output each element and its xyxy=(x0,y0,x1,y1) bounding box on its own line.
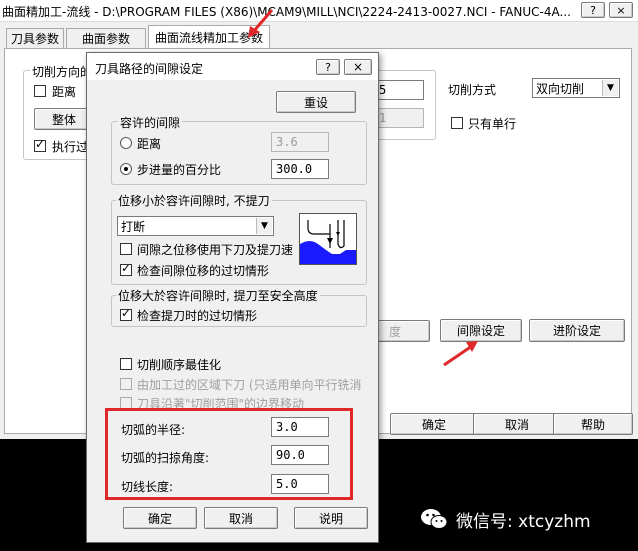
distance-radio-label: 距离 xyxy=(137,137,162,151)
distance-label-main: 距离 xyxy=(52,85,77,99)
execute-label: 执行过 xyxy=(52,140,89,154)
cut-direction-title: 切削方向的 xyxy=(30,63,95,80)
optimize-label: 切削顺序最佳化 xyxy=(137,358,222,372)
main-ok-button[interactable]: 确定 xyxy=(390,413,478,435)
dialog-help-button[interactable]: ? xyxy=(316,59,340,75)
cut-mode-label: 切削方式 xyxy=(448,83,497,97)
tolerance-title: 容许的间隙 xyxy=(118,114,183,131)
reset-button[interactable]: 重设 xyxy=(276,91,356,113)
chevron-down-icon: ▼ xyxy=(256,218,272,234)
large-move-title: 位移大於容许间隙时, 提刀至安全高度 xyxy=(116,287,320,304)
machined-area-label: 由加工过的区域下刀 (只适用单向平行铣消 xyxy=(137,378,362,392)
whole-button[interactable]: 整体 xyxy=(34,108,94,130)
dialog-title-bar: 刀具路径的间隙设定 ? × xyxy=(87,53,378,80)
main-title-bar: 曲面精加工-流线 - D:\PROGRAM FILES (X86)\MCAM9\… xyxy=(0,0,638,22)
step-percent-field[interactable]: 300.0 xyxy=(271,159,329,179)
small-move-checkbox-1[interactable] xyxy=(120,243,132,255)
value-field-1[interactable]: 1 xyxy=(374,108,424,128)
chevron-down-icon: ▼ xyxy=(602,80,618,96)
dialog-title: 刀具路径的间隙设定 xyxy=(95,62,204,76)
large-move-checkbox[interactable] xyxy=(120,306,132,321)
cut-mode-select[interactable]: 双向切削 ▼ xyxy=(532,78,620,98)
small-move-select[interactable]: 打断 ▼ xyxy=(117,216,274,236)
main-help-bottom-button[interactable]: 帮助 xyxy=(553,413,633,435)
main-cancel-button[interactable]: 取消 xyxy=(473,413,561,435)
distance-checkbox-main[interactable] xyxy=(34,85,46,97)
small-move-checkbox-2[interactable] xyxy=(120,261,132,276)
dialog-ok-button[interactable]: 确定 xyxy=(123,507,197,529)
optimize-checkbox[interactable] xyxy=(120,358,132,370)
tab-surface-params[interactable]: 曲面参数 xyxy=(66,28,146,48)
watermark: 微信号: xtcyzhm xyxy=(420,504,591,534)
single-row-checkbox[interactable] xyxy=(451,117,463,129)
execute-checkbox[interactable] xyxy=(34,137,46,152)
step-percent-radio[interactable] xyxy=(120,163,132,175)
single-row-label: 只有单行 xyxy=(468,117,517,131)
wechat-icon xyxy=(421,509,448,529)
dialog-close-button[interactable]: × xyxy=(344,59,372,75)
tab-tool-params[interactable]: 刀具参数 xyxy=(6,28,64,48)
main-help-button[interactable]: ? xyxy=(581,2,605,18)
value-field-5[interactable]: 5 xyxy=(374,80,424,100)
dialog-explain-button[interactable]: 说明 xyxy=(294,507,368,529)
toolpath-preview-image xyxy=(299,213,357,265)
toolpath-diagram-icon xyxy=(300,220,356,264)
dialog-cancel-button[interactable]: 取消 xyxy=(204,507,278,529)
gap-settings-dialog: 刀具路径的间隙设定 ? × 重设 容许的间隙 距离 3.6 步进量的百分比 30… xyxy=(86,52,379,543)
small-move-title: 位移小於容许间隙时, 不提刀 xyxy=(116,192,272,209)
distance-field[interactable]: 3.6 xyxy=(271,132,329,152)
highlight-box xyxy=(105,408,353,500)
distance-radio[interactable] xyxy=(120,137,132,149)
main-close-button[interactable]: × xyxy=(609,2,633,18)
tab-flowline-params[interactable]: 曲面流线精加工参数 xyxy=(148,25,270,49)
large-move-label: 检查提刀时的过切情形 xyxy=(137,309,258,323)
advanced-settings-button[interactable]: 进阶设定 xyxy=(529,319,625,342)
step-percent-label: 步进量的百分比 xyxy=(137,163,222,177)
small-move-label-1: 间隙之位移使用下刀及提刀速 xyxy=(137,243,294,257)
main-title: 曲面精加工-流线 - D:\PROGRAM FILES (X86)\MCAM9\… xyxy=(2,5,571,19)
gap-settings-button[interactable]: 间隙设定 xyxy=(440,319,522,342)
watermark-text: 微信号: xtcyzhm xyxy=(456,511,591,532)
machined-area-checkbox[interactable] xyxy=(120,378,132,390)
small-move-label-2: 检查间隙位移的过切情形 xyxy=(137,264,270,278)
